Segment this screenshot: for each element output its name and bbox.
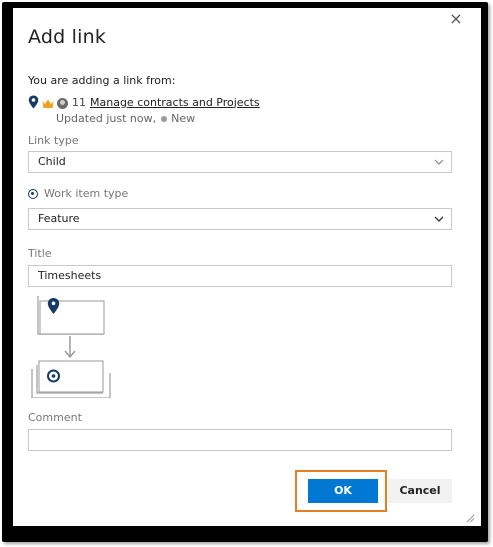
chevron-down-icon [434, 159, 444, 165]
title-input[interactable]: Timesheets [28, 265, 452, 287]
state-dot-icon [161, 115, 168, 122]
ok-button[interactable]: OK [308, 479, 378, 503]
link-type-label: Link type [28, 134, 79, 147]
map-pin-icon [28, 95, 39, 109]
work-item-type-label: Work item type [44, 187, 129, 200]
updated-text: Updated just now, [56, 112, 157, 125]
dialog-title: Add link [28, 26, 107, 48]
work-item-type-option[interactable]: Work item type [28, 187, 128, 200]
work-item-type-select[interactable]: Feature [28, 208, 452, 230]
comment-input[interactable] [28, 429, 452, 451]
state-text: New [171, 112, 196, 125]
title-input-value: Timesheets [38, 269, 102, 282]
comment-label: Comment [28, 411, 82, 424]
child-card [31, 360, 111, 398]
title-label: Title [28, 247, 52, 260]
source-work-item: 11 Manage contracts and Projects [28, 94, 260, 110]
add-link-dialog: × Add link You are adding a link from: 1… [13, 8, 481, 526]
close-button[interactable]: × [448, 11, 464, 27]
link-diagram [31, 296, 111, 398]
close-icon: × [449, 9, 463, 28]
screenshot-frame: × Add link You are adding a link from: 1… [2, 2, 488, 542]
link-type-select[interactable]: Child [28, 151, 452, 173]
source-status: Updated just now, New [56, 112, 195, 125]
work-item-id: 11 [72, 95, 86, 109]
down-arrow-icon [64, 336, 76, 359]
source-label: You are adding a link from: [28, 74, 176, 87]
link-type-value: Child [38, 155, 66, 168]
cancel-button[interactable]: Cancel [388, 479, 452, 503]
work-item-title-link[interactable]: Manage contracts and Projects [90, 96, 260, 109]
chevron-down-icon [434, 216, 444, 222]
work-item-type-value: Feature [38, 212, 80, 225]
parent-card [37, 296, 105, 335]
radio-selected-icon [28, 188, 38, 199]
resize-handle-icon[interactable] [465, 513, 475, 523]
crown-icon [42, 99, 54, 108]
avatar-icon [57, 97, 68, 109]
